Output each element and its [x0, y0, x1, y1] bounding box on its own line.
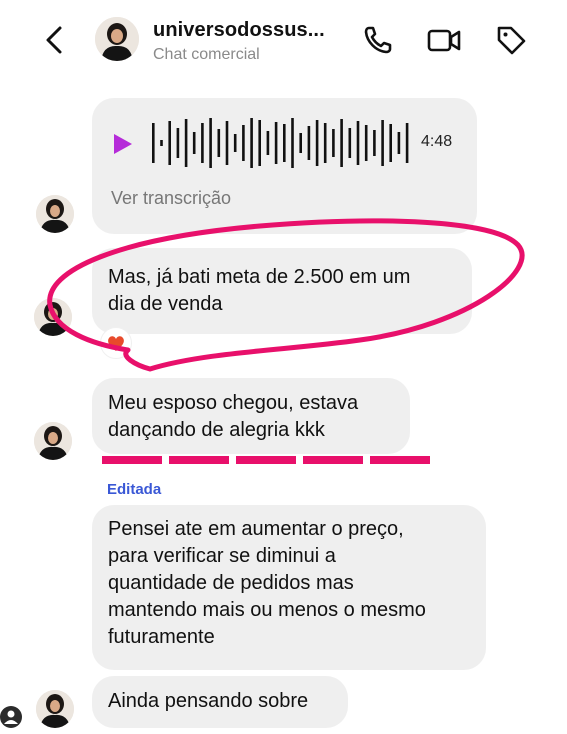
chevron-left-icon[interactable] [40, 22, 70, 58]
waveform-bar [201, 123, 204, 163]
view-transcript-link[interactable]: Ver transcrição [111, 188, 231, 209]
annotation-underline [102, 456, 162, 464]
waveform-bar [332, 129, 335, 157]
message-reaction[interactable] [100, 327, 132, 359]
waveform-bar [209, 118, 212, 168]
waveform-bar [176, 128, 180, 158]
message-text: Pensei ate em aumentar o preço, para ver… [108, 518, 426, 648]
chat-subtitle: Chat comercial [153, 46, 260, 63]
waveform-bar [242, 125, 245, 161]
waveform-bar [348, 128, 352, 158]
profile-icon[interactable] [0, 706, 22, 728]
waveform-bar [405, 123, 409, 163]
edited-label: Editada [107, 481, 162, 498]
video-camera-icon[interactable] [426, 22, 462, 58]
waveform-bar [299, 133, 302, 153]
waveform-bar [323, 123, 327, 163]
waveform-bar [266, 131, 270, 155]
waveform-bar [192, 132, 196, 154]
annotation-underline [303, 456, 363, 464]
waveform-bar [184, 119, 188, 167]
sender-avatar [34, 298, 72, 336]
waveform-bar [356, 121, 360, 165]
audio-duration: 4:48 [421, 133, 453, 150]
play-icon[interactable] [112, 132, 134, 156]
contact-avatar[interactable] [95, 17, 139, 61]
waveform-bar [397, 132, 401, 154]
waveform-bar [307, 126, 311, 160]
message-text: Meu esposo chegou, estava dançando de al… [108, 392, 359, 441]
waveform-bar [225, 121, 229, 165]
contact-name[interactable]: universodossus... [153, 19, 325, 42]
annotation-underline [169, 456, 229, 464]
waveform-bar [233, 134, 237, 152]
tag-icon[interactable] [493, 22, 529, 58]
waveform-bar [152, 123, 155, 163]
annotation-underline [236, 456, 296, 464]
waveform-bar [315, 120, 319, 166]
waveform-bar [340, 119, 343, 167]
waveform-bar [364, 125, 368, 161]
waveform-bar [168, 121, 171, 165]
sender-avatar [36, 195, 74, 233]
waveform-bar [258, 120, 261, 166]
waveform-bar [389, 124, 392, 162]
waveform-bar [160, 140, 163, 146]
waveform-bar [283, 124, 286, 162]
sender-avatar [36, 690, 74, 728]
heart-emoji-icon [108, 336, 124, 351]
message-text: Ainda pensando sobre [108, 690, 309, 712]
annotation-underline [370, 456, 430, 464]
sender-avatar [34, 422, 72, 460]
message-text: Mas, já bati meta de 2.500 em um dia de … [108, 266, 411, 315]
waveform-bar [291, 118, 294, 168]
waveform-bar [217, 129, 221, 157]
waveform-bar [250, 118, 253, 168]
waveform-bar [373, 130, 376, 156]
chat-header: universodossus... Chat comercial [0, 0, 567, 80]
phone-icon[interactable] [360, 22, 396, 58]
audio-waveform[interactable] [150, 112, 412, 174]
waveform-bar [381, 120, 384, 166]
waveform-bar [274, 122, 278, 164]
